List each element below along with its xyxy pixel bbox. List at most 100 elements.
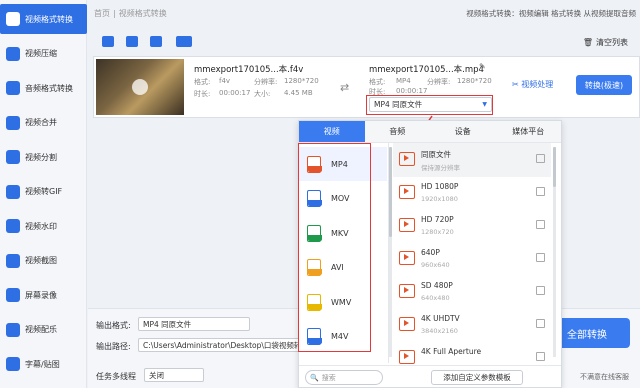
edit-icon[interactable] — [536, 253, 545, 262]
sidebar-item[interactable]: 屏幕录像 — [0, 280, 87, 310]
sidebar-item[interactable]: 视频转GIF — [0, 177, 87, 207]
preset-title: 4K UHDTV — [421, 314, 460, 323]
sidebar-item-label: 视频格式转换 — [25, 14, 73, 24]
sidebar-item[interactable]: 视频配乐 — [0, 315, 87, 345]
format-tab[interactable]: 视频 — [299, 121, 365, 142]
preset-list-scrollbar[interactable] — [553, 147, 556, 357]
preset-resolution: 保持源分辨率 — [421, 164, 460, 172]
add-custom-preset-button[interactable]: 添加自定义参数模板 — [431, 370, 523, 385]
source-duration-label: 时长: — [194, 90, 211, 98]
preset-item[interactable]: HD 1080P 1920x1080 — [393, 176, 551, 210]
sidebar-item-label: 视频截图 — [25, 256, 57, 265]
preset-title: 640P — [421, 248, 440, 257]
output-path-label: 输出路径: — [96, 342, 131, 351]
source-duration: 00:00:17 — [219, 89, 251, 97]
sidebar-item-label: 字幕/贴图 — [25, 359, 60, 369]
panel-footer: 🔍 搜索 添加自定义参数模板 — [299, 365, 561, 388]
play-icon[interactable] — [132, 79, 148, 95]
sidebar: 视频格式转换视频压缩音频格式转换 视频合并视频分割视频转GIF 视频水印视频截图屏幕… — [0, 0, 87, 388]
sidebar-item[interactable]: 音频格式转换 — [0, 73, 87, 103]
preset-item[interactable]: 4K UHDTV 3840x2160 — [393, 308, 551, 342]
video-process-button[interactable]: ✂ 视频处理 — [512, 79, 553, 90]
trash-icon: 🗑 — [582, 37, 593, 47]
format-tab[interactable]: 音频 — [365, 121, 431, 142]
source-format: f4v — [219, 77, 231, 85]
format-search-input[interactable]: 🔍 搜索 — [305, 370, 383, 385]
breadcrumb-home[interactable]: 首页 — [94, 8, 110, 19]
sidebar-item-label: 视频水印 — [25, 221, 57, 231]
edit-icon[interactable] — [536, 220, 545, 229]
output-format-field[interactable]: MP4 同原文件 — [138, 317, 250, 331]
dest-duration: 00:00:17 — [396, 87, 428, 95]
source-format-label: 格式: — [194, 78, 211, 86]
format-select-highlight — [366, 95, 493, 115]
preset-item[interactable]: 同原文件保持源分辨率 — [393, 143, 551, 177]
video-file-icon — [399, 317, 415, 331]
convert-button[interactable]: 转换(极速) — [576, 75, 632, 95]
preset-title: 4K Full Aperture — [421, 347, 482, 356]
edit-icon[interactable] — [536, 352, 545, 361]
breadcrumb-separator: | — [113, 8, 116, 18]
edit-icon[interactable] — [536, 154, 545, 163]
task-thread-label: 任务多线程 — [96, 372, 136, 381]
video-thumbnail[interactable] — [96, 59, 184, 115]
source-size-label: 大小: — [254, 90, 271, 98]
sidebar-item[interactable]: 视频格式转换 — [0, 4, 87, 34]
sidebar-item[interactable]: 视频水印 — [0, 211, 87, 241]
format-tab[interactable]: 媒体平台 — [496, 121, 562, 142]
batch-icon[interactable] — [150, 36, 162, 47]
video-file-icon — [399, 218, 415, 232]
scissors-icon: ✂ — [512, 80, 522, 89]
toolbar: 🗑 清空列表 — [88, 30, 640, 54]
preset-title: HD 1080P — [421, 182, 459, 191]
convert-arrow-icon: ⇄ — [340, 81, 350, 94]
sidebar-item[interactable]: 视频分割 — [0, 142, 87, 172]
add-folder-icon[interactable] — [126, 36, 138, 47]
preset-list: 同原文件保持源分辨率 HD 1080P 1920x1080 HD 720P 1280x7… — [393, 143, 561, 364]
output-path-field[interactable]: C:\Users\Administrator\Desktop\口袋视频转换 — [138, 338, 308, 352]
customer-service-link[interactable]: 不满意在线客服 — [580, 372, 629, 382]
format-tab[interactable]: 设备 — [430, 121, 496, 142]
source-res-label: 分辨率: — [254, 78, 278, 86]
preset-resolution: 1920x1080 — [421, 195, 458, 203]
dest-resolution: 1280*720 — [457, 77, 492, 85]
compress-icon — [6, 46, 20, 61]
sidebar-item[interactable]: 视频压缩 — [0, 39, 87, 69]
video-file-icon — [399, 251, 415, 265]
sidebar-item[interactable]: 字幕/贴图 — [0, 349, 87, 379]
clear-list-label: 清空列表 — [596, 37, 628, 47]
dest-format-label: 格式: — [369, 78, 386, 86]
preset-item[interactable]: HD 720P 1280x720 — [393, 209, 551, 243]
edit-icon[interactable] — [536, 187, 545, 196]
output-format-label: 输出格式: — [96, 321, 131, 330]
sidebar-item[interactable]: 视频截图 — [0, 246, 87, 276]
gif-icon — [6, 184, 20, 199]
rename-icon[interactable]: ✎ — [479, 62, 486, 71]
preset-item[interactable]: SD 480P 640x480 — [393, 275, 551, 309]
format-list-scrollbar[interactable] — [389, 147, 392, 357]
music-icon — [6, 322, 20, 337]
edit-icon[interactable] — [536, 286, 545, 295]
preset-resolution: 3840x2160 — [421, 327, 458, 335]
edit-icon[interactable] — [536, 319, 545, 328]
sidebar-item-label: 音频格式转换 — [25, 83, 73, 93]
merge-icon — [6, 115, 20, 130]
preset-resolution: 640x480 — [421, 294, 450, 302]
video-process-label: 视频处理 — [521, 80, 554, 89]
sidebar-item-label: 视频合并 — [25, 118, 57, 127]
add-file-icon[interactable] — [102, 36, 114, 47]
preset-item[interactable]: 640P 960x640 — [393, 242, 551, 276]
sidebar-item-label: 视频配乐 — [25, 325, 57, 334]
format-tabs: 视频 音频 设备 媒体平台 — [299, 121, 561, 143]
preset-title: HD 720P — [421, 215, 454, 224]
title-description: 视频格式转换：视频编辑 格式转换 从视频提取音频 — [466, 9, 636, 18]
preset-title: 同原文件 — [421, 150, 451, 159]
video-file-icon — [399, 152, 415, 166]
split-icon — [6, 150, 20, 164]
sidebar-item[interactable]: 视频合并 — [0, 108, 87, 138]
task-thread-select[interactable]: 关闭 — [144, 368, 204, 382]
dest-file-name: mmexport170105...本.mp4 — [369, 65, 484, 75]
clear-list-button[interactable]: 🗑 清空列表 — [577, 34, 634, 50]
source-resolution: 1280*720 — [284, 77, 319, 85]
screen-icon[interactable] — [176, 36, 192, 47]
